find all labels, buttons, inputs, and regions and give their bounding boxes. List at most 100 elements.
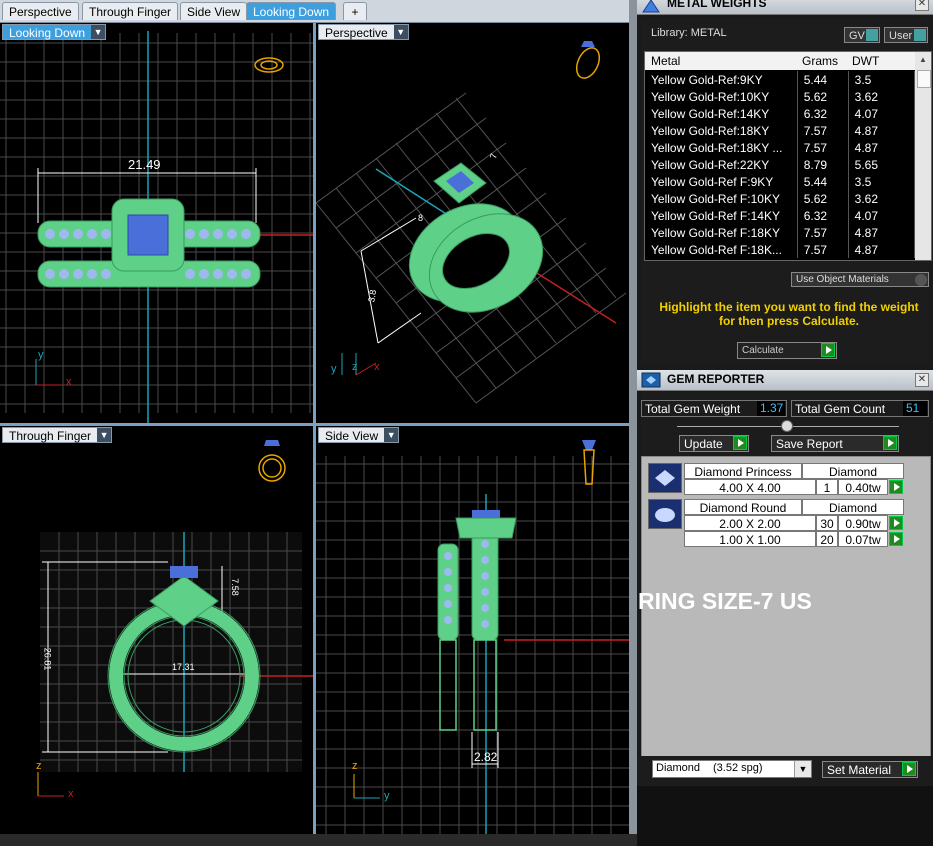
save-report-label: Save Report bbox=[776, 437, 843, 451]
gem-reporter-title: GEM REPORTER bbox=[667, 372, 765, 386]
grams-cell: 6.32 bbox=[797, 207, 849, 224]
user-toggle[interactable]: User bbox=[884, 27, 928, 43]
chevron-down-icon[interactable]: ▼ bbox=[91, 25, 106, 39]
save-report-button[interactable]: Save Report bbox=[771, 435, 899, 452]
dimension-label-a: 3.8 bbox=[366, 288, 379, 304]
play-arrow-icon bbox=[821, 343, 835, 357]
tab-through-finger[interactable]: Through Finger bbox=[82, 2, 179, 20]
viewport-perspective[interactable]: Perspective ▼ 3.8 7 8 y z x bbox=[316, 23, 629, 423]
column-header-dwt[interactable]: DWT bbox=[852, 54, 879, 68]
gem-list-empty-area bbox=[641, 550, 931, 757]
total-gem-weight-label: Total Gem Weight bbox=[645, 402, 741, 416]
chevron-down-icon[interactable]: ▼ bbox=[97, 428, 112, 442]
gem-size-cell: 1.00 X 1.00 bbox=[684, 531, 816, 547]
axis-y-label: y bbox=[384, 790, 390, 802]
axis-z-label: z bbox=[352, 361, 358, 373]
column-header-grams[interactable]: Grams bbox=[802, 54, 838, 68]
gem-weight-cell: 0.90tw bbox=[838, 515, 888, 531]
grams-cell: 5.44 bbox=[797, 173, 849, 190]
table-row[interactable]: Yellow Gold-Ref F:14KY 6.32 4.07 bbox=[645, 207, 916, 224]
dimension-width-label: 21.49 bbox=[128, 157, 161, 172]
viewport-label-through-finger[interactable]: Through Finger ▼ bbox=[2, 427, 113, 443]
use-object-materials-label: Use Object Materials bbox=[796, 274, 889, 285]
calculate-label: Calculate bbox=[742, 345, 784, 356]
material-select[interactable]: Diamond (3.52 spg) ▼ bbox=[652, 760, 812, 778]
gem-slider-handle[interactable] bbox=[781, 420, 793, 432]
play-arrow-icon[interactable] bbox=[889, 532, 903, 546]
viewport-through-finger[interactable]: Through Finger ▼ 26.81 17.31 7.58 z x bbox=[0, 426, 313, 834]
close-icon[interactable]: ✕ bbox=[915, 0, 929, 11]
dwt-cell: 4.07 bbox=[848, 105, 916, 122]
calculate-button[interactable]: Calculate bbox=[737, 342, 837, 359]
tab-perspective[interactable]: Perspective bbox=[2, 2, 79, 20]
looking-down-canvas bbox=[0, 31, 313, 423]
column-header-metal[interactable]: Metal bbox=[651, 54, 680, 68]
use-object-materials-toggle[interactable]: Use Object Materials bbox=[791, 272, 929, 287]
table-row[interactable]: Yellow Gold-Ref:14KY 6.32 4.07 bbox=[645, 105, 916, 122]
grams-cell: 7.57 bbox=[797, 139, 849, 156]
gem-shape-cell: Diamond Round bbox=[684, 499, 802, 515]
table-row[interactable]: Yellow Gold-Ref:22KY 8.79 5.65 bbox=[645, 156, 916, 173]
play-arrow-icon[interactable] bbox=[889, 516, 903, 530]
scroll-thumb[interactable] bbox=[917, 70, 931, 88]
metal-name-cell: Yellow Gold-Ref:18KY ... bbox=[645, 139, 798, 156]
viewport-label-looking-down[interactable]: Looking Down ▼ bbox=[2, 24, 107, 40]
table-row[interactable]: Yellow Gold-Ref F:10KY 5.62 3.62 bbox=[645, 190, 916, 207]
axis-y-label: y bbox=[38, 349, 44, 361]
grams-cell: 5.62 bbox=[797, 190, 849, 207]
table-row[interactable]: Yellow Gold-Ref:10KY 5.62 3.62 bbox=[645, 88, 916, 105]
play-arrow-icon[interactable] bbox=[889, 480, 903, 494]
update-label: Update bbox=[684, 437, 723, 451]
panel-splitter[interactable] bbox=[629, 0, 637, 846]
viewport-splitter-horizontal[interactable] bbox=[0, 423, 629, 426]
viewport-label-side-view[interactable]: Side View ▼ bbox=[318, 427, 400, 443]
table-row[interactable]: Yellow Gold-Ref F:18K... 7.57 4.87 bbox=[645, 241, 916, 258]
metal-name-cell: Yellow Gold-Ref:22KY bbox=[645, 156, 798, 173]
set-material-button[interactable]: Set Material bbox=[822, 761, 918, 778]
tab-looking-down[interactable]: Looking Down bbox=[246, 2, 337, 20]
dimension-inner-label: 17.31 bbox=[172, 662, 195, 672]
calculate-instruction: Highlight the item you want to find the … bbox=[659, 300, 919, 328]
gv-toggle[interactable]: GV bbox=[844, 27, 880, 43]
axis-x-label: x bbox=[68, 788, 74, 800]
table-row[interactable]: Yellow Gold-Ref:18KY ... 7.57 4.87 bbox=[645, 139, 916, 156]
axis-z-label: z bbox=[352, 760, 358, 772]
metal-weights-icon bbox=[642, 0, 660, 13]
add-tab-button[interactable]: + bbox=[343, 2, 367, 20]
table-row[interactable]: Yellow Gold-Ref F:9KY 5.44 3.5 bbox=[645, 173, 916, 190]
toggle-indicator-icon bbox=[866, 29, 878, 41]
grams-cell: 7.57 bbox=[797, 241, 849, 258]
metal-weights-header[interactable]: METAL WEIGHTS ✕ bbox=[637, 0, 933, 15]
update-button[interactable]: Update bbox=[679, 435, 749, 452]
close-icon[interactable]: ✕ bbox=[915, 373, 929, 387]
set-material-label: Set Material bbox=[827, 763, 892, 777]
axis-x-label: x bbox=[66, 376, 72, 388]
play-arrow-icon bbox=[902, 762, 916, 776]
user-toggle-label: User bbox=[889, 30, 913, 42]
total-gem-count-value: 51 bbox=[903, 401, 927, 416]
dwt-cell: 4.87 bbox=[848, 139, 916, 156]
gem-size-cell: 2.00 X 2.00 bbox=[684, 515, 816, 531]
gem-weight-cell: 0.40tw bbox=[838, 479, 888, 495]
scroll-up-icon[interactable]: ▲ bbox=[918, 55, 928, 65]
dwt-cell: 3.62 bbox=[848, 88, 916, 105]
status-strip bbox=[0, 834, 637, 846]
chevron-down-icon[interactable]: ▼ bbox=[794, 761, 811, 777]
viewport-label-text: Side View bbox=[325, 429, 379, 443]
table-scrollbar[interactable]: ▲ bbox=[915, 52, 931, 260]
tab-side-view[interactable]: Side View bbox=[180, 2, 248, 20]
perspective-canvas bbox=[316, 41, 627, 404]
table-row[interactable]: Yellow Gold-Ref:9KY 5.44 3.5 bbox=[645, 71, 916, 88]
viewport-looking-down[interactable]: Looking Down ▼ 21.49 y x bbox=[0, 23, 313, 423]
diamond-princess-icon bbox=[648, 463, 682, 493]
gem-reporter-header[interactable]: GEM REPORTER ✕ bbox=[637, 370, 933, 391]
gv-toggle-label: GV bbox=[849, 30, 865, 42]
chevron-down-icon[interactable]: ▼ bbox=[384, 428, 399, 442]
viewport-label-perspective[interactable]: Perspective ▼ bbox=[318, 24, 409, 40]
table-row[interactable]: Yellow Gold-Ref F:18KY 7.57 4.87 bbox=[645, 224, 916, 241]
metal-weights-table[interactable]: Metal Grams DWT Yellow Gold-Ref:9KY 5.44 3… bbox=[644, 51, 932, 261]
viewport-splitter-vertical[interactable] bbox=[313, 23, 316, 834]
table-row[interactable]: Yellow Gold-Ref:18KY 7.57 4.87 bbox=[645, 122, 916, 139]
chevron-down-icon[interactable]: ▼ bbox=[393, 25, 408, 39]
viewport-side-view[interactable]: Side View ▼ 2.82 z y bbox=[316, 426, 629, 834]
